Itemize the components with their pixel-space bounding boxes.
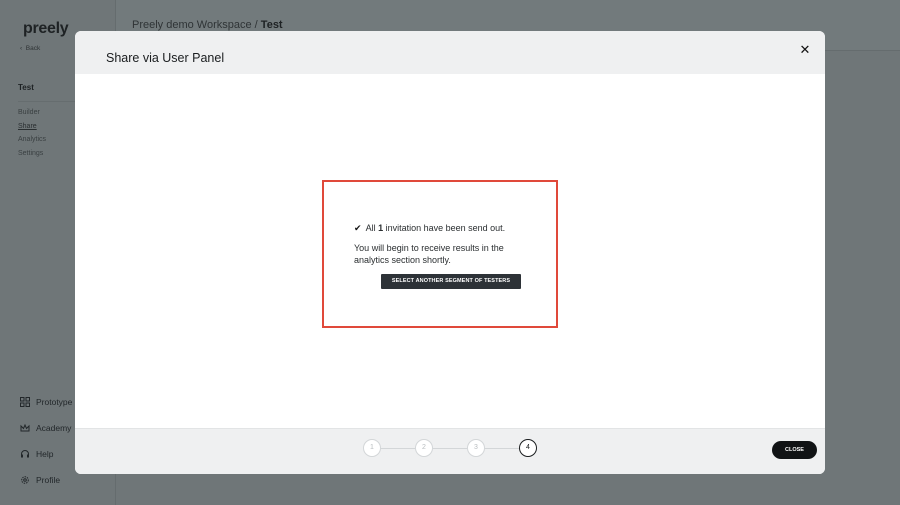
modal-footer: 1 2 3 4 CLOSE bbox=[75, 428, 825, 474]
step-connector bbox=[485, 448, 519, 449]
project-name: Test bbox=[18, 83, 34, 92]
project-nav: Builder Share Analytics Settings bbox=[18, 109, 46, 163]
nav-item-label: Profile bbox=[36, 475, 61, 485]
close-icon[interactable]: ✕ bbox=[799, 43, 811, 57]
step-connector bbox=[381, 448, 415, 449]
nav-item-settings[interactable]: Settings bbox=[18, 150, 46, 164]
crown-icon bbox=[20, 423, 30, 433]
nav-item-profile[interactable]: Profile bbox=[20, 467, 72, 493]
nav-item-academy[interactable]: Academy bbox=[20, 415, 72, 441]
back-label: Back bbox=[25, 45, 41, 52]
breadcrumb-current: Test bbox=[260, 19, 283, 31]
nav-item-label: Help bbox=[36, 449, 54, 459]
step-4-current: 4 bbox=[519, 439, 537, 457]
step-2: 2 bbox=[415, 439, 433, 457]
breadcrumb: Preely demo Workspace / Test bbox=[132, 19, 283, 31]
nav-item-builder[interactable]: Builder bbox=[18, 109, 46, 123]
nav-item-help[interactable]: Help bbox=[20, 441, 72, 467]
step-1: 1 bbox=[363, 439, 381, 457]
nav-item-prototype[interactable]: Prototype bbox=[20, 389, 72, 415]
step-indicator: 1 2 3 4 bbox=[363, 439, 539, 459]
nav-item-analytics[interactable]: Analytics bbox=[18, 136, 46, 150]
nav-item-label: Prototype bbox=[36, 397, 73, 407]
preely-logo: preely bbox=[23, 20, 69, 37]
step-3: 3 bbox=[467, 439, 485, 457]
modal-title: Share via User Panel bbox=[106, 51, 225, 65]
results-info-text: You will begin to receive results in the… bbox=[354, 243, 504, 265]
modal-header: Share via User Panel ✕ bbox=[75, 31, 825, 74]
share-modal: Share via User Panel ✕ ✔ All 1 invitatio… bbox=[75, 31, 825, 474]
check-icon: ✔ bbox=[354, 223, 362, 233]
chevron-left-icon: ‹ bbox=[20, 45, 23, 52]
invitation-sent-message: ✔ All 1 invitation have been send out. bbox=[354, 223, 505, 234]
nav-item-label: Academy bbox=[36, 423, 72, 433]
close-button[interactable]: CLOSE bbox=[772, 441, 817, 459]
headset-icon bbox=[20, 449, 30, 459]
back-link[interactable]: ‹ Back bbox=[20, 45, 40, 52]
modal-body: ✔ All 1 invitation have been send out. Y… bbox=[75, 74, 825, 428]
breadcrumb-workspace[interactable]: Preely demo Workspace bbox=[132, 19, 252, 31]
highlight-box: ✔ All 1 invitation have been send out. Y… bbox=[322, 180, 558, 328]
step-connector bbox=[433, 448, 467, 449]
message-suffix: invitation have been send out. bbox=[383, 223, 506, 233]
select-another-segment-button[interactable]: SELECT ANOTHER SEGMENT OF TESTERS bbox=[381, 274, 521, 289]
message-prefix: All bbox=[365, 223, 379, 233]
grid-icon bbox=[20, 397, 30, 407]
gear-icon bbox=[20, 475, 30, 485]
breadcrumb-separator: / bbox=[251, 19, 261, 31]
nav-item-share[interactable]: Share bbox=[18, 123, 46, 137]
bottom-nav: Prototype Academy Help Profile bbox=[20, 389, 72, 493]
